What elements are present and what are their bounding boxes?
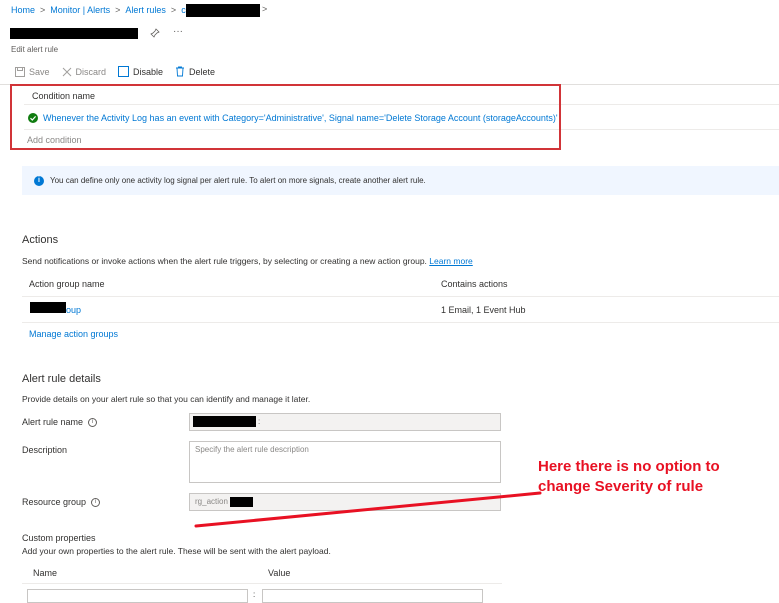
custom-value-input[interactable] — [262, 589, 483, 603]
save-icon — [15, 66, 25, 77]
custom-properties-description: Add your own properties to the alert rul… — [22, 546, 331, 556]
redaction-block — [30, 302, 66, 313]
details-title: Alert rule details — [22, 373, 101, 385]
annotation-arrow — [194, 491, 542, 528]
save-button[interactable]: Save — [15, 66, 50, 77]
annotation-text: Here there is no option to change Severi… — [538, 458, 720, 495]
trash-icon — [176, 66, 185, 77]
info-banner: i You can define only one activity log s… — [22, 166, 779, 195]
divider — [22, 296, 779, 297]
divider — [22, 583, 502, 584]
separator-text: : — [253, 590, 256, 599]
close-icon — [62, 67, 71, 76]
info-icon: i — [34, 175, 44, 186]
discard-button[interactable]: Discard — [62, 67, 106, 77]
action-group-link[interactable]: oup — [66, 305, 81, 315]
col-value: Value — [268, 568, 291, 578]
info-icon[interactable]: i — [91, 497, 101, 507]
chevron-right-icon: > — [40, 5, 46, 15]
table-cell-contains: 1 Email, 1 Event Hub — [441, 305, 526, 315]
info-banner-text: You can define only one activity log sig… — [50, 176, 426, 185]
checkbox-icon — [118, 66, 130, 77]
description-label: Description — [22, 445, 68, 455]
col-name: Name — [33, 568, 58, 578]
breadcrumb-alert-rules[interactable]: Alert rules — [125, 5, 166, 15]
breadcrumb: Home > Monitor | Alerts > Alert rules > … — [11, 5, 186, 15]
actions-title: Actions — [22, 234, 59, 246]
toolbar: Save Discard Disable Delete — [15, 66, 227, 77]
description-field[interactable]: Specify the alert rule description — [189, 441, 501, 483]
col-contains-actions: Contains actions — [441, 279, 508, 289]
breadcrumb-current[interactable]: c — [181, 5, 186, 15]
page-subtitle: Edit alert rule — [11, 45, 59, 54]
learn-more-link[interactable]: Learn more — [429, 256, 472, 266]
delete-button[interactable]: Delete — [175, 66, 215, 77]
resource-group-label: Resource group i — [22, 497, 101, 507]
alert-rule-name-label: Alert rule name i — [22, 417, 98, 427]
actions-description: Send notifications or invoke actions whe… — [22, 256, 473, 266]
redaction-block — [193, 416, 256, 427]
chevron-right-icon: > — [115, 5, 121, 15]
info-icon[interactable]: i — [88, 417, 98, 427]
breadcrumb-home[interactable]: Home — [11, 5, 35, 15]
details-description: Provide details on your alert rule so th… — [22, 394, 311, 404]
page-title — [10, 28, 138, 39]
redaction-block — [186, 4, 260, 17]
custom-properties-title: Custom properties — [22, 533, 96, 543]
chevron-right-icon: > — [170, 5, 177, 15]
disable-button[interactable]: Disable — [118, 66, 163, 77]
manage-action-groups-link[interactable]: Manage action groups — [29, 329, 118, 339]
annotation-highlight-box — [10, 84, 561, 150]
chevron-right-icon: > — [262, 4, 268, 14]
pin-icon[interactable] — [150, 28, 160, 38]
custom-name-input[interactable] — [27, 589, 248, 603]
more-icon[interactable]: ··· — [173, 26, 183, 37]
divider — [22, 322, 779, 323]
col-action-group-name: Action group name — [29, 279, 105, 289]
breadcrumb-monitor-alerts[interactable]: Monitor | Alerts — [50, 5, 110, 15]
